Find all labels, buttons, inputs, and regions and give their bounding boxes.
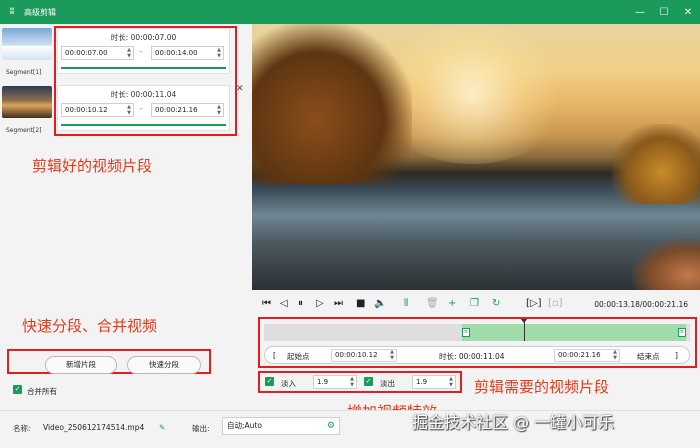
maximize-button[interactable]: ☐	[652, 0, 676, 24]
mark-in-icon[interactable]: [▷]	[526, 298, 542, 310]
split-icon[interactable]: ⫴	[404, 298, 408, 310]
volume-icon[interactable]: 🔈	[374, 298, 386, 310]
segment-thumbnail[interactable]	[2, 28, 52, 60]
preview-trees-left	[252, 24, 412, 184]
stop-icon[interactable]: ■	[356, 298, 365, 310]
add-segment-button[interactable]: 新增片段	[45, 356, 117, 374]
player-controls: ⏮ ◁ ⏸ ▷ ⏭ ■ 🔈 ⫴ 🗑 + ❐ ↻ [▷] [▫] 00:00:13…	[252, 290, 700, 318]
video-preview[interactable]	[252, 24, 700, 290]
output-label: 输出:	[192, 424, 210, 433]
name-label: 名称:	[13, 424, 31, 433]
needed-clip-highlight	[258, 317, 697, 368]
edited-clips-highlight	[54, 26, 237, 136]
playback-time: 00:00:13.18/00:00:21.16	[594, 300, 688, 309]
annotation-edited-clips: 剪辑好的视频片段	[32, 157, 153, 175]
copy-icon[interactable]: ❐	[470, 298, 479, 310]
segment-label: Segment[2]	[6, 127, 42, 134]
annotation-split-merge: 快速分段、合并视频	[22, 317, 158, 335]
edit-name-icon[interactable]: ✎	[159, 423, 165, 432]
title-bar: ʬ 高级剪辑 — ☐ ✕	[0, 0, 700, 24]
reset-icon[interactable]: ↻	[492, 298, 500, 310]
pause-icon[interactable]: ⏸	[298, 298, 303, 310]
app-logo-icon: ʬ	[9, 6, 15, 17]
effects-highlight	[258, 371, 462, 393]
merge-all-checkbox[interactable]: ✓	[13, 385, 22, 394]
skip-start-icon[interactable]: ⏮	[262, 298, 271, 310]
output-format-select[interactable]: 自动;Auto ⚙	[222, 417, 340, 435]
step-forward-icon[interactable]: ▷	[316, 298, 324, 310]
merge-all-label: 合并所有	[27, 387, 57, 396]
minimize-button[interactable]: —	[628, 0, 652, 24]
mark-out-icon[interactable]: [▫]	[548, 298, 563, 310]
preview-shore	[632, 239, 700, 290]
output-filename[interactable]: Video_250612174514.mp4	[43, 423, 144, 432]
segment-thumbnail[interactable]	[2, 86, 52, 118]
watermark: 掘金技术社区 @ 一罐小可乐	[412, 413, 615, 432]
preview-trees-right	[612, 124, 700, 204]
skip-end-icon[interactable]: ⏭	[334, 298, 343, 310]
add-icon[interactable]: +	[448, 298, 456, 310]
segment-label: Segment[1]	[6, 69, 42, 76]
step-back-icon[interactable]: ◁	[280, 298, 288, 310]
annotation-needed-clip: 剪辑需要的视频片段	[474, 378, 610, 396]
remove-segment-icon[interactable]: ✕	[236, 84, 244, 94]
window-controls: — ☐ ✕	[628, 0, 700, 24]
delete-icon[interactable]: 🗑	[426, 298, 439, 310]
quick-split-button[interactable]: 快速分段	[127, 356, 201, 374]
gear-icon[interactable]: ⚙	[327, 418, 335, 434]
window-title: 高级剪辑	[24, 7, 56, 17]
close-button[interactable]: ✕	[676, 0, 700, 24]
